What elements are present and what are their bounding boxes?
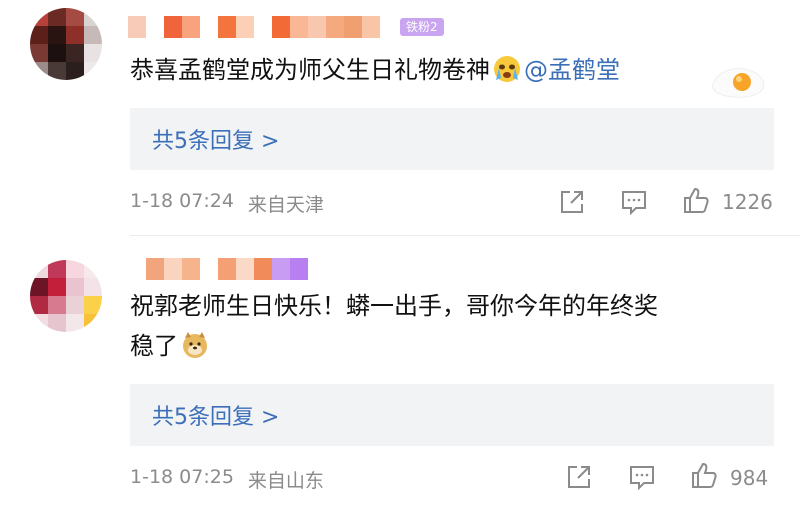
comment-divider: [130, 235, 800, 236]
comment-meta: 1-18 07:25 来自山东: [130, 466, 324, 493]
comment-item: 铁粉2 恭喜孟鹤堂成为师父生日礼物卷神 @孟鹤堂 共5条回复 > 1-18 07:…: [0, 0, 800, 236]
username-blurred[interactable]: [128, 258, 308, 280]
comment-icon[interactable]: [620, 188, 648, 216]
share-icon[interactable]: [565, 463, 593, 491]
doge-emoji: [183, 332, 207, 358]
egg-decoration-icon: [712, 68, 764, 98]
comment-text: 祝郭老师生日快乐！蟒一出手，哥你今年的年终奖 稳了: [130, 292, 658, 360]
like-thumb-icon[interactable]: [682, 186, 710, 214]
timestamp: 1-18 07:25: [130, 466, 234, 488]
avatar[interactable]: [30, 260, 102, 332]
username-blurred[interactable]: [128, 16, 380, 38]
like-thumb-icon[interactable]: [690, 461, 718, 489]
comment-item: 祝郭老师生日快乐！蟒一出手，哥你今年的年终奖 稳了 共5条回复 > 1-18 0…: [0, 238, 800, 509]
location: 来自天津: [247, 194, 324, 216]
mention-link[interactable]: @孟鹤堂: [524, 56, 620, 84]
crying-face-emoji: [494, 56, 520, 82]
replies-link[interactable]: 共5条回复 >: [130, 108, 774, 170]
like-count: 984: [730, 466, 769, 490]
share-icon[interactable]: [558, 188, 586, 216]
comment-icon[interactable]: [628, 463, 656, 491]
replies-link[interactable]: 共5条回复 >: [130, 384, 774, 446]
like-count: 1226: [722, 190, 773, 214]
timestamp: 1-18 07:24: [130, 190, 234, 212]
location: 来自山东: [247, 470, 324, 492]
avatar[interactable]: [30, 8, 102, 80]
fan-badge: 铁粉2: [400, 18, 444, 36]
comment-text: 恭喜孟鹤堂成为师父生日礼物卷神 @孟鹤堂: [130, 56, 620, 84]
comment-meta: 1-18 07:24 来自天津: [130, 190, 324, 217]
